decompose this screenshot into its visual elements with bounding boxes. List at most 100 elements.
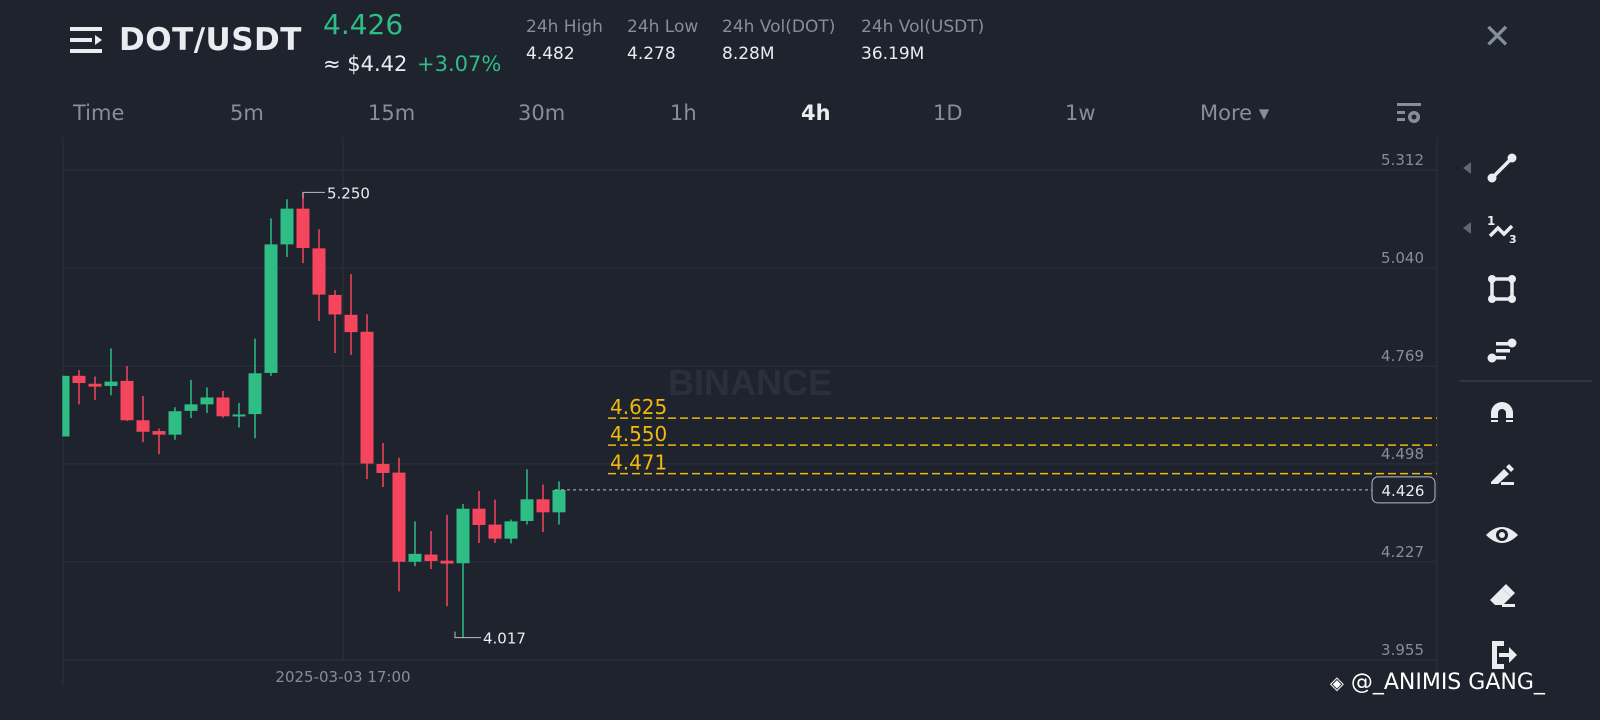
candle <box>344 273 358 355</box>
candle <box>104 348 118 396</box>
credit-watermark: ◈ @_ANIMIS GANG_ <box>1330 670 1545 695</box>
candle-body <box>152 431 166 435</box>
y-tick-label: 5.040 <box>1381 249 1424 267</box>
last-price: 4.426 <box>323 8 404 41</box>
change-percent: +3.07% <box>417 52 502 76</box>
candle-body <box>472 508 486 525</box>
stat-label: 24h High <box>526 17 603 37</box>
candle-body <box>104 381 118 386</box>
stat-24h-low: 24h Low 4.278 <box>627 17 698 64</box>
expand-arrow-icon[interactable] <box>1463 162 1471 174</box>
candle-body <box>440 560 454 564</box>
candle <box>520 469 534 525</box>
candle-body <box>136 420 150 432</box>
stat-label: 24h Vol(DOT) <box>722 17 836 37</box>
y-tick-label: 4.227 <box>1381 543 1424 561</box>
stat-value: 36.19M <box>861 44 925 64</box>
tab-15m[interactable]: 15m <box>368 101 415 125</box>
stat-24h-vol-usdt: 24h Vol(USDT) 36.19M <box>861 17 984 64</box>
tab-1w[interactable]: 1w <box>1065 101 1096 125</box>
stat-24h-vol-dot: 24h Vol(DOT) 8.28M <box>722 17 835 64</box>
candle <box>488 499 502 544</box>
candle-body <box>280 208 294 245</box>
candle-body <box>200 397 214 405</box>
candle-body <box>376 463 390 473</box>
candle-body <box>88 383 102 387</box>
stat-24h-high: 24h High 4.482 <box>526 17 603 64</box>
eye-icon[interactable] <box>1484 517 1520 553</box>
magnet-icon[interactable] <box>1484 395 1520 431</box>
candle <box>536 484 550 533</box>
candle-body <box>360 331 374 464</box>
candle <box>152 428 166 455</box>
current-price-label: 4.426 <box>1382 482 1425 500</box>
fibonacci-icon[interactable]: 13 <box>1484 210 1520 246</box>
candle-body <box>296 208 310 248</box>
candle-body <box>216 397 230 417</box>
high-marker-label: 5.250 <box>327 184 370 202</box>
candle-body <box>72 375 86 384</box>
candle <box>504 519 518 544</box>
price-level-label: 4.471 <box>610 451 667 475</box>
chart-settings-icon[interactable] <box>1396 101 1422 127</box>
stat-value: 8.28M <box>722 44 775 64</box>
svg-text:1: 1 <box>1487 214 1495 228</box>
y-tick-label: 3.955 <box>1381 641 1424 659</box>
stat-value: 4.278 <box>627 44 676 64</box>
candle <box>328 290 342 354</box>
price-level-label: 4.625 <box>610 395 667 419</box>
candle <box>184 379 198 419</box>
candle-body <box>488 524 502 539</box>
stat-label: 24h Vol(USDT) <box>861 17 985 37</box>
y-tick-label: 5.312 <box>1381 151 1424 169</box>
candle-body <box>264 244 278 373</box>
tab-more[interactable]: More ▾ <box>1200 101 1269 125</box>
parallel-lines-icon[interactable] <box>1484 332 1520 368</box>
candle <box>408 521 422 567</box>
candle <box>424 531 438 570</box>
binance-watermark: BINANCE <box>668 362 832 403</box>
candle <box>136 396 150 443</box>
candle-body <box>392 472 406 562</box>
candle-body <box>424 554 438 562</box>
pencil-icon[interactable] <box>1484 456 1520 492</box>
candle <box>472 491 486 544</box>
tab-5m[interactable]: 5m <box>230 101 264 125</box>
rectangle-icon[interactable] <box>1484 271 1520 307</box>
high-marker-line <box>302 191 325 199</box>
tab-4h[interactable]: 4h <box>801 101 831 125</box>
toolbar-divider <box>1460 380 1592 382</box>
candle <box>312 229 326 321</box>
candle-body <box>120 380 134 421</box>
candle <box>264 218 278 376</box>
candle <box>456 504 470 638</box>
candle <box>232 402 246 428</box>
candle-body <box>168 411 182 435</box>
candle <box>552 481 566 525</box>
expand-arrow-icon[interactable] <box>1463 222 1471 234</box>
close-icon[interactable]: ✕ <box>1483 20 1513 54</box>
candle <box>88 376 102 401</box>
candle-body <box>456 508 470 564</box>
tab-1h[interactable]: 1h <box>670 101 697 125</box>
candle <box>72 370 86 405</box>
candle <box>280 199 294 258</box>
candle <box>296 192 310 264</box>
exit-icon[interactable] <box>1484 637 1520 673</box>
usd-price: ≈ $4.42 <box>323 52 408 76</box>
price-level-label: 4.550 <box>610 422 667 446</box>
candle-body <box>232 414 246 417</box>
candle <box>440 514 454 607</box>
tab-time[interactable]: Time <box>73 101 124 125</box>
candle-body <box>328 294 342 315</box>
y-tick-label: 4.498 <box>1381 445 1424 463</box>
menu-icon[interactable] <box>70 27 102 53</box>
pair-title[interactable]: DOT/USDT <box>119 22 302 58</box>
trend-line-icon[interactable] <box>1484 150 1520 186</box>
eraser-icon[interactable] <box>1484 578 1520 614</box>
tab-1d[interactable]: 1D <box>933 101 963 125</box>
candlestick-chart[interactable]: 5.312 5.040 4.769 4.498 4.227 3.955 2025-03-03… <box>0 137 1460 697</box>
tab-30m[interactable]: 30m <box>518 101 565 125</box>
candle <box>392 457 406 592</box>
candle-body <box>504 521 518 539</box>
